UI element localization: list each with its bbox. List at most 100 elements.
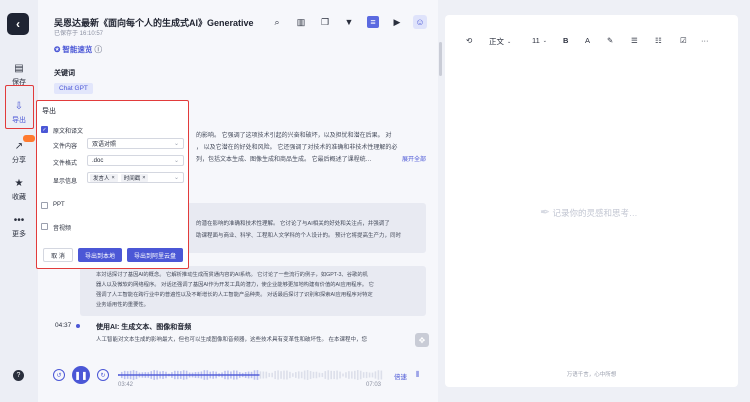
copy-icon[interactable]: ❐ xyxy=(319,16,331,28)
bold-icon[interactable]: B xyxy=(563,36,568,45)
waveform-slider[interactable] xyxy=(118,368,385,382)
section-timestamp[interactable]: 04:37 xyxy=(55,322,71,329)
export-local-button[interactable]: 导出到本地 xyxy=(78,248,122,262)
wave-bar xyxy=(333,370,335,380)
ppt-option-label: PPT xyxy=(53,202,65,208)
audio-checkbox[interactable] xyxy=(41,223,48,230)
speed-button[interactable]: 倍速 xyxy=(394,371,407,381)
smart-icon: ✪ xyxy=(54,45,61,54)
forward-icon[interactable]: ↻ xyxy=(97,369,109,381)
wave-bar xyxy=(280,371,282,379)
wave-bar xyxy=(351,371,353,379)
wave-bar xyxy=(295,372,297,378)
expand-link[interactable]: 展开全部 xyxy=(402,154,426,166)
wave-bar xyxy=(339,371,341,379)
ppt-checkbox[interactable] xyxy=(41,202,48,209)
help-icon[interactable]: ? xyxy=(13,370,24,381)
collect-button[interactable]: ★ 收藏 xyxy=(0,177,38,202)
chip-label: 时间戳 xyxy=(123,175,141,182)
editor-placeholder: ✒ 记录你的灵感和思考… xyxy=(540,205,637,219)
dialog-title: 导出 xyxy=(42,108,56,115)
card-line: 的潜在影响的准确和技术性理解。 它讨论了与AI相关的好处和关注点，并强调了 xyxy=(196,221,390,227)
format-select[interactable]: .doc ⌄ xyxy=(87,155,184,166)
display-select[interactable]: 发言人 × 时间戳 × ⌄ xyxy=(87,172,184,183)
chevron-down-icon: ⌄ xyxy=(173,158,179,164)
wave-bar xyxy=(309,371,312,379)
wave-bar xyxy=(354,370,356,380)
export-cloud-button[interactable]: 导出到阿里云盘 xyxy=(127,248,183,262)
wave-bar xyxy=(315,371,318,379)
card-line: 助课程面与商业、科学、工程和人文学科的个人设计的。 预计它将提高生产力，同时 xyxy=(196,233,402,239)
back-button[interactable]: ‹ xyxy=(7,13,29,35)
wave-bar xyxy=(312,371,315,379)
rewind-icon[interactable]: ↺ xyxy=(53,369,65,381)
card-line: 器人以及微软的网络程序。 对话还强调了基因AI作为开发工具的潜力，使企业能够更加… xyxy=(96,282,374,288)
wave-bar xyxy=(380,370,383,380)
wave-bar xyxy=(268,372,271,378)
more-button[interactable]: ••• 更多 xyxy=(0,214,38,239)
filter-icon[interactable]: ▼ xyxy=(343,16,355,28)
translate-icon[interactable]: ≡ xyxy=(367,16,379,28)
wave-bar xyxy=(303,370,306,380)
checklist-icon[interactable]: ☑ xyxy=(680,36,687,45)
share-label: 分享 xyxy=(12,157,26,164)
equalizer-icon[interactable]: ⦀ xyxy=(416,370,420,380)
video-icon[interactable]: ▶ xyxy=(391,16,403,28)
chip-label: 发言人 xyxy=(93,175,110,182)
share-button[interactable]: ↗ 分享 xyxy=(0,140,38,165)
text-color-icon[interactable]: A xyxy=(585,36,590,45)
search-icon[interactable]: ⌕ xyxy=(271,16,283,28)
more-icon[interactable]: ··· xyxy=(701,36,709,45)
chip-group: 发言人 × 时间戳 × xyxy=(90,173,149,182)
paragraph-style-select[interactable]: 正文 ⌄ xyxy=(489,36,511,47)
highlight-icon[interactable]: ✎ xyxy=(607,36,613,45)
content-value: 双语对照 xyxy=(92,142,117,148)
bullet-list-icon[interactable]: ☷ xyxy=(655,36,662,45)
smart-label: 智能速览 xyxy=(62,45,93,54)
wave-bar xyxy=(359,370,362,380)
smart-overview[interactable]: ✪ 智能速览 ⓘ xyxy=(54,44,102,55)
content-label: 文件内容 xyxy=(53,144,78,150)
star-icon: ★ xyxy=(14,177,24,189)
wave-bar xyxy=(374,371,377,379)
wave-bar xyxy=(368,372,371,378)
speaker-chip[interactable]: 发言人 × xyxy=(90,173,118,182)
scrollbar[interactable] xyxy=(439,42,442,76)
export-label: 导出 xyxy=(12,117,26,124)
keyword-tag[interactable]: Chat GPT xyxy=(54,83,93,94)
style-value: 正文 xyxy=(489,37,504,46)
speaker-icon[interactable]: ☺ xyxy=(413,15,427,29)
font-size-select[interactable]: 11 ⌄ xyxy=(532,36,547,45)
cancel-button[interactable]: 取 消 xyxy=(43,248,73,262)
wave-bar xyxy=(318,372,321,378)
export-button[interactable]: ⇩ 导出 xyxy=(0,100,38,125)
wave-bar xyxy=(300,371,303,379)
document-icon[interactable]: ▥ xyxy=(295,16,307,28)
wave-bar xyxy=(365,371,368,379)
close-icon[interactable]: × xyxy=(142,175,145,181)
notes-editor[interactable] xyxy=(445,15,738,387)
content-select[interactable]: 双语对照 ⌄ xyxy=(87,138,184,149)
pause-button[interactable]: ❚❚ xyxy=(72,366,90,384)
source-checkbox[interactable]: ✓ xyxy=(41,126,48,133)
locate-icon[interactable]: ✥ xyxy=(415,333,429,347)
wave-bar xyxy=(348,371,350,379)
close-icon[interactable]: × xyxy=(112,175,115,181)
timestamp-chip[interactable]: 时间戳 × xyxy=(120,173,149,182)
wave-bar xyxy=(330,370,332,380)
chevron-down-icon: ⌄ xyxy=(173,175,179,181)
section-text: 人工智能对文本生成的影响最大，但也可以生成图像和音频器，这些技术具有变革性和破坏… xyxy=(96,337,368,343)
wave-bar xyxy=(371,372,374,378)
export-icon: ⇩ xyxy=(14,100,24,112)
summary-line: ， 以及它潜在的好处和风险。 它还强调了对技术的准确和非技术性理解的必 xyxy=(196,145,398,151)
editor-footer: 万语千言，心中所想 xyxy=(566,372,617,378)
ordered-list-icon[interactable]: ☰ xyxy=(631,36,638,45)
wave-bar xyxy=(277,370,279,380)
saved-status: 已保存于 16:10:57 xyxy=(54,31,104,37)
format-label: 文件格式 xyxy=(53,161,78,167)
chevron-down-icon: ⌄ xyxy=(173,141,179,147)
save-button[interactable]: ▤ 保存 xyxy=(0,62,38,87)
wave-bar xyxy=(327,370,330,380)
audio-option-label: 音视频 xyxy=(53,226,72,232)
history-icon[interactable]: ⟲ xyxy=(466,36,472,45)
